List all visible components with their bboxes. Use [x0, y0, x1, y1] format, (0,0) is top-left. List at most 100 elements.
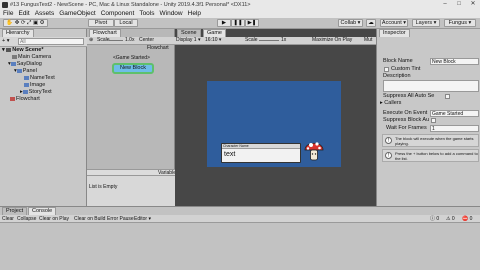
- game-viewport[interactable]: Character Name text: [207, 81, 341, 167]
- hierarchy-item-panel[interactable]: ▾ Panel: [14, 68, 37, 75]
- layout-dropdown[interactable]: Fungus ▾: [444, 19, 476, 27]
- add-block-button[interactable]: ⊕: [89, 37, 93, 44]
- info-execute-text: The block will execute when the game sta…: [395, 136, 474, 146]
- maximize-on-play-toggle[interactable]: Maximize On Play: [312, 37, 352, 44]
- custom-tint-checkbox[interactable]: [384, 67, 389, 72]
- hierarchy-tab-label: Hierarchy: [6, 30, 30, 36]
- flowchart-block-new-block[interactable]: New Block: [112, 63, 154, 74]
- prefab-icon: [22, 89, 28, 94]
- zoom-slider[interactable]: [109, 40, 123, 41]
- dialog-story-text: text: [224, 151, 236, 158]
- pivot-toggle[interactable]: Pivot: [88, 19, 114, 27]
- hierarchy-item-nametext[interactable]: NameText: [24, 75, 55, 82]
- main-toolbar: ✋ ✥ ⟳ ⤢ ▣ ⚙ Pivot Local ▶ ❚❚ ▶❚ Collab ▾…: [0, 18, 480, 29]
- collab-dropdown[interactable]: Collab ▾: [338, 19, 363, 27]
- wait-for-frames-label: Wait For Frames: [386, 125, 427, 131]
- prefab-icon: [10, 61, 16, 66]
- console-info-count[interactable]: ⓘ 0: [430, 215, 439, 223]
- tab-game[interactable]: Game: [203, 29, 226, 37]
- block-name-value: New Block: [432, 59, 456, 65]
- suppress-auto-checkbox[interactable]: [445, 94, 450, 99]
- menu-assets[interactable]: Assets: [35, 9, 55, 18]
- hierarchy-item-image[interactable]: Image: [24, 82, 45, 89]
- variables-header[interactable]: Variables: [87, 169, 178, 176]
- info-add-command-text: Press the + button below to add a comman…: [395, 151, 478, 161]
- execute-on-event-label: Execute On Event: [383, 110, 428, 116]
- hierarchy-item-storytext[interactable]: ▸ StoryText: [20, 89, 52, 96]
- hierarchy-toolbar: + ▾ All: [0, 37, 87, 47]
- console-editor-dropdown[interactable]: Editor ▾: [134, 215, 151, 223]
- menu-component[interactable]: Component: [101, 9, 135, 18]
- game-scale-slider[interactable]: [259, 40, 279, 41]
- display-dropdown[interactable]: Display 1 ▾: [176, 37, 200, 44]
- wait-for-frames-value: 1: [432, 126, 435, 132]
- wait-for-frames-input[interactable]: 1: [430, 125, 479, 132]
- suppress-block-checkbox[interactable]: [431, 118, 436, 123]
- info-count: 0: [436, 216, 440, 222]
- account-dropdown[interactable]: Account ▾: [380, 19, 408, 27]
- local-toggle[interactable]: Local: [114, 19, 138, 27]
- fungus-flowchart-icon: [10, 96, 15, 101]
- unity-scene-icon: [6, 47, 12, 52]
- menu-edit[interactable]: Edit: [18, 9, 29, 18]
- console-collapse-button[interactable]: Collapse: [17, 215, 36, 223]
- game-view-panel: Scene Game Display 1 ▾ 16:10 ▾ Scale 1x …: [175, 29, 376, 206]
- hierarchy-create-button[interactable]: + ▾: [2, 38, 10, 45]
- step-button[interactable]: ▶❚: [245, 19, 259, 27]
- hierarchy-item-label: SayDialog: [16, 61, 42, 67]
- block-name-input[interactable]: New Block: [430, 58, 479, 65]
- console-warning-count[interactable]: ⚠ 0: [446, 215, 455, 223]
- tab-flowchart[interactable]: Flowchart: [89, 29, 121, 37]
- game-scale-label: Scale: [245, 37, 258, 43]
- tab-inspector[interactable]: Inspector: [379, 29, 410, 37]
- tab-project[interactable]: Project: [2, 207, 28, 215]
- suppress-block-label: Suppress Block Au: [383, 117, 430, 123]
- hierarchy-item-label: Main Camera: [18, 54, 52, 60]
- execute-on-event-dropdown[interactable]: Game Started: [430, 110, 479, 117]
- aspect-dropdown[interactable]: 16:10 ▾: [205, 37, 221, 44]
- callers-foldout[interactable]: ▸ Callers: [380, 100, 401, 107]
- cloud-button[interactable]: ☁: [366, 19, 376, 27]
- block-name: New Block: [120, 65, 146, 71]
- menu-help[interactable]: Help: [188, 9, 201, 18]
- info-icon: !: [385, 152, 392, 159]
- hierarchy-panel: Hierarchy + ▾ All ▾ New Scene* Main Came…: [0, 29, 87, 206]
- info-box-execute: ! The block will execute when the game s…: [382, 134, 479, 147]
- transform-tools[interactable]: ✋ ✥ ⟳ ⤢ ▣ ⚙: [3, 19, 48, 27]
- hierarchy-item-saydialog[interactable]: ▾ SayDialog: [8, 61, 42, 68]
- scene-root[interactable]: ▾ New Scene*: [2, 47, 43, 54]
- tab-scene[interactable]: Scene: [177, 29, 201, 37]
- prefab-icon: [16, 68, 22, 73]
- menu-gameobject[interactable]: GameObject: [59, 9, 96, 18]
- say-dialog-box: Character Name text: [221, 143, 301, 163]
- layers-dropdown[interactable]: Layers ▾: [412, 19, 440, 27]
- maximize-button[interactable]: □: [452, 0, 466, 9]
- menu-tools[interactable]: Tools: [139, 9, 154, 18]
- scale-label: Scale: [97, 37, 110, 43]
- console-panel: Project Console Clear Collapse Clear on …: [0, 206, 480, 270]
- collab-label: Collab ▾: [340, 20, 361, 26]
- description-textarea[interactable]: [383, 80, 479, 92]
- game-view-toolbar: Display 1 ▾ 16:10 ▾ Scale 1x Maximize On…: [175, 37, 376, 45]
- mute-audio-toggle[interactable]: Mut: [364, 37, 372, 44]
- minimize-button[interactable]: –: [438, 0, 452, 9]
- hierarchy-item-flowchart[interactable]: Flowchart: [10, 96, 40, 103]
- console-error-count[interactable]: ⛔ 0: [462, 215, 472, 223]
- menu-file[interactable]: File: [3, 9, 13, 18]
- console-error-pause-button[interactable]: Error Pause: [107, 215, 134, 223]
- prefab-icon: [24, 75, 29, 80]
- center-button[interactable]: Center: [139, 37, 154, 44]
- hierarchy-item-main-camera[interactable]: Main Camera: [12, 54, 51, 61]
- hierarchy-search-input[interactable]: All: [18, 38, 84, 45]
- tab-console[interactable]: Console: [28, 207, 57, 215]
- console-clear-on-build-button[interactable]: Clear on Build: [74, 215, 105, 223]
- console-clear-button[interactable]: Clear: [2, 215, 14, 223]
- menu-bar: File Edit Assets GameObject Component To…: [0, 9, 480, 18]
- tab-hierarchy[interactable]: Hierarchy: [2, 29, 34, 37]
- menu-window[interactable]: Window: [160, 9, 183, 18]
- pause-button[interactable]: ❚❚: [231, 19, 245, 27]
- error-count: 0: [469, 216, 473, 222]
- console-clear-on-play-button[interactable]: Clear on Play: [39, 215, 69, 223]
- play-button[interactable]: ▶: [217, 19, 231, 27]
- close-button[interactable]: ✕: [466, 0, 480, 9]
